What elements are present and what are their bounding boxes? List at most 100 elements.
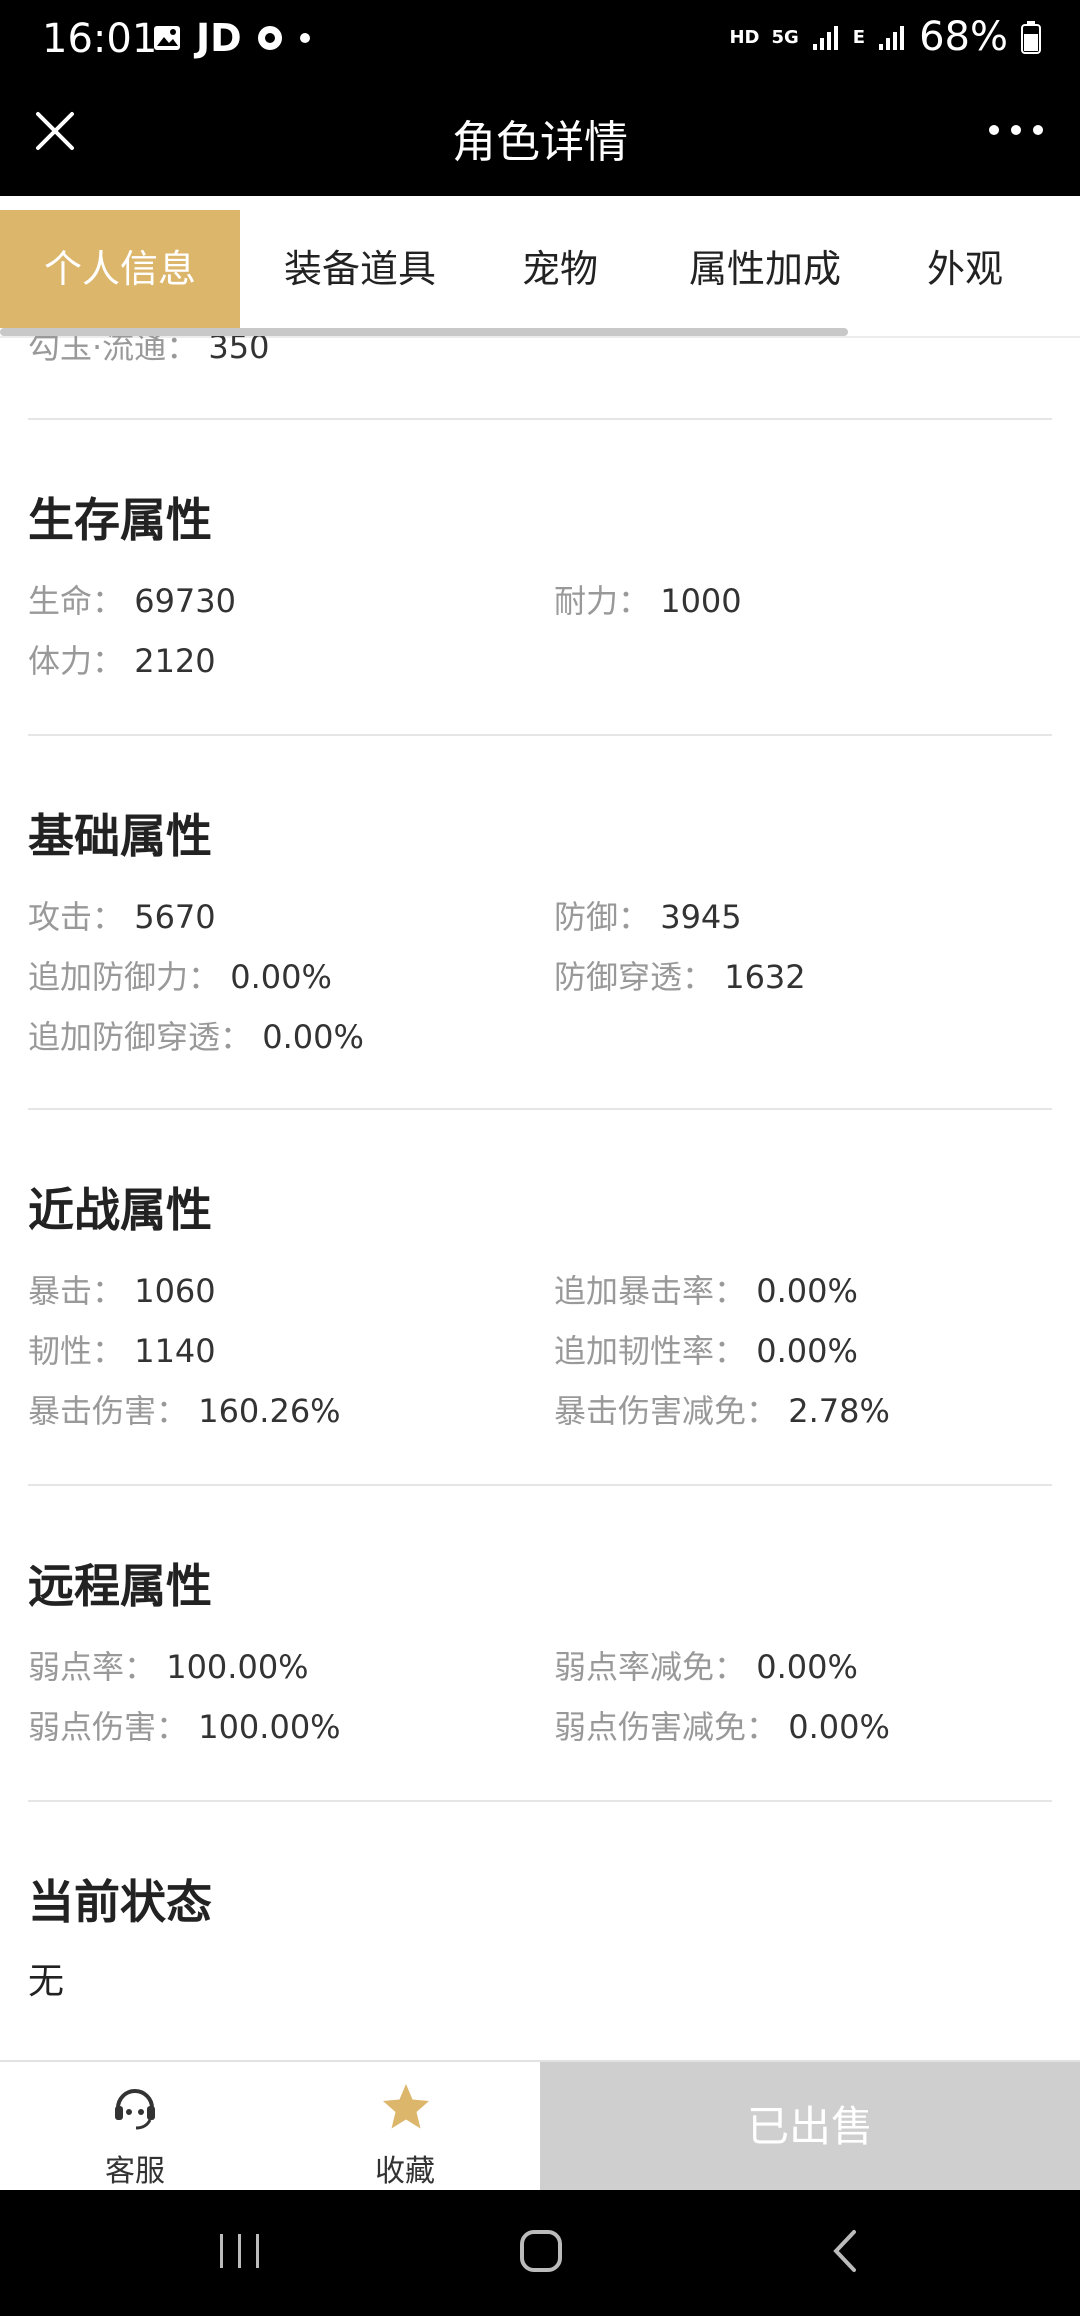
attr-value: 1000 bbox=[660, 582, 742, 620]
gallery-icon bbox=[154, 26, 180, 50]
attr-value: 350 bbox=[208, 336, 270, 366]
attr-label: 弱点伤害 bbox=[28, 1708, 157, 1746]
dot-icon bbox=[299, 33, 310, 43]
section-title-state: 当前状态 bbox=[28, 1875, 212, 1929]
attr-weak-point-damage: 弱点伤害： 100.00% bbox=[28, 1702, 341, 1748]
section-title-melee: 近战属性 bbox=[28, 1183, 212, 1237]
tab-appearance[interactable]: 外观 bbox=[890, 210, 1040, 328]
battery-percent: 68% bbox=[919, 14, 1008, 60]
attr-toughness: 韧性： 1140 bbox=[28, 1326, 216, 1372]
attr-label: 弱点率减免 bbox=[554, 1648, 715, 1686]
recent-apps-icon[interactable] bbox=[216, 2226, 264, 2276]
attr-value: 3945 bbox=[660, 898, 742, 936]
attr-value: 2.78% bbox=[788, 1392, 890, 1430]
attr-sep: ： bbox=[92, 898, 125, 936]
tab-attribute-bonus[interactable]: 属性加成 bbox=[640, 210, 890, 328]
attr-sep: ： bbox=[92, 642, 125, 680]
attr-sep: ： bbox=[714, 1648, 747, 1686]
tab-scroll-indicator bbox=[0, 328, 848, 336]
title-bar: 角色详情 bbox=[0, 80, 1080, 196]
attr-extra-toughness-rate: 追加韧性率： 0.00% bbox=[554, 1326, 858, 1372]
attr-endurance: 耐力： 1000 bbox=[554, 576, 742, 622]
attr-defense-penetration: 防御穿透： 1632 bbox=[554, 952, 806, 998]
attr-label: 攻击 bbox=[28, 898, 93, 936]
status-bar: 16:01 JD HD 5G E 68% bbox=[0, 0, 1080, 80]
sold-button[interactable]: 已出售 bbox=[540, 2062, 1080, 2192]
attr-extra-defense: 追加防御力： 0.00% bbox=[28, 952, 332, 998]
attr-sep: ： bbox=[618, 582, 651, 620]
state-value: 无 bbox=[28, 1961, 65, 2002]
attr-value: 0.00% bbox=[756, 1332, 858, 1370]
attr-sep: ： bbox=[124, 1648, 157, 1686]
attr-sep: ： bbox=[714, 1332, 747, 1370]
attr-label: 体力 bbox=[28, 642, 93, 680]
attr-value: 2120 bbox=[134, 642, 216, 680]
status-right-icons: HD 5G E 68% bbox=[729, 14, 1042, 60]
attr-sep: ： bbox=[166, 336, 199, 366]
tab-pets[interactable]: 宠物 bbox=[480, 210, 640, 328]
attr-label: 追加防御穿透 bbox=[28, 1018, 221, 1056]
attr-value: 5670 bbox=[134, 898, 216, 936]
attr-weak-point-damage-reduction: 弱点伤害减免： 0.00% bbox=[554, 1702, 890, 1748]
attr-sep: ： bbox=[156, 1392, 189, 1430]
status-left-icons: JD bbox=[152, 16, 312, 60]
attr-label: 暴击 bbox=[28, 1272, 93, 1310]
attr-extra-crit-rate: 追加暴击率： 0.00% bbox=[554, 1266, 858, 1312]
e-label: E bbox=[852, 26, 866, 48]
attr-value: 0.00% bbox=[756, 1648, 858, 1686]
system-nav-bar bbox=[0, 2190, 1080, 2316]
attr-label: 追加防御力 bbox=[28, 958, 189, 996]
attr-sep: ： bbox=[92, 1332, 125, 1370]
attr-attack: 攻击： 5670 bbox=[28, 892, 216, 938]
attr-weak-point-rate-reduction: 弱点率减免： 0.00% bbox=[554, 1642, 858, 1688]
customer-service-button[interactable]: 客服 bbox=[45, 2062, 225, 2192]
carrier-label: JD bbox=[196, 16, 242, 60]
attr-label: 弱点率 bbox=[28, 1648, 125, 1686]
attr-sep: ： bbox=[188, 958, 221, 996]
attr-value: 100.00% bbox=[198, 1708, 341, 1746]
attr-value: 1060 bbox=[134, 1272, 216, 1310]
app-notification-icon bbox=[257, 26, 282, 50]
attr-value: 100.00% bbox=[166, 1648, 309, 1686]
attr-life: 生命： 69730 bbox=[28, 576, 236, 622]
attr-sep: ： bbox=[220, 1018, 253, 1056]
attr-value: 0.00% bbox=[788, 1708, 890, 1746]
section-title-survival: 生存属性 bbox=[28, 493, 212, 547]
tab-equipment[interactable]: 装备道具 bbox=[240, 210, 480, 328]
attr-label: 追加韧性率 bbox=[554, 1332, 715, 1370]
back-icon[interactable] bbox=[826, 2226, 866, 2276]
attr-sep: ： bbox=[714, 1272, 747, 1310]
bottom-action-bar: 客服 收藏 已出售 bbox=[0, 2060, 1080, 2192]
attr-defense: 防御： 3945 bbox=[554, 892, 742, 938]
attr-label: 弱点伤害减免 bbox=[554, 1708, 747, 1746]
attr-value: 1140 bbox=[134, 1332, 216, 1370]
battery-icon bbox=[1021, 21, 1041, 54]
attr-crit: 暴击： 1060 bbox=[28, 1266, 216, 1312]
attr-value: 0.00% bbox=[230, 958, 332, 996]
attr-label: 追加暴击率 bbox=[554, 1272, 715, 1310]
attr-label: 暴击伤害 bbox=[28, 1392, 157, 1430]
attr-extra-defense-penetration: 追加防御穿透： 0.00% bbox=[28, 1012, 364, 1058]
attr-crit-damage-reduction: 暴击伤害减免： 2.78% bbox=[554, 1386, 890, 1432]
page-title: 角色详情 bbox=[452, 117, 628, 168]
attr-value: 0.00% bbox=[262, 1018, 364, 1056]
attr-value: 69730 bbox=[134, 582, 236, 620]
attr-sep: ： bbox=[746, 1708, 779, 1746]
favorite-button[interactable]: 收藏 bbox=[315, 2062, 495, 2192]
status-time: 16:01 bbox=[42, 16, 158, 62]
attributes-content[interactable]: 勾玉·流通： 350 生存属性 生命： 69730 耐力： 1000 体力： 2… bbox=[0, 336, 1080, 2060]
attr-crit-damage: 暴击伤害： 160.26% bbox=[28, 1386, 341, 1432]
home-icon[interactable] bbox=[516, 2226, 566, 2276]
tab-personal-info[interactable]: 个人信息 bbox=[0, 210, 240, 328]
divider bbox=[28, 1108, 1052, 1110]
hd-label: HD bbox=[729, 26, 760, 48]
attr-sep: ： bbox=[92, 1272, 125, 1310]
star-icon bbox=[383, 2084, 429, 2129]
customer-service-icon bbox=[115, 2089, 155, 2130]
signal-icon bbox=[812, 26, 838, 50]
attr-label: 耐力 bbox=[554, 582, 619, 620]
more-horizontal-icon[interactable] bbox=[986, 110, 1046, 150]
attr-sep: ： bbox=[618, 898, 651, 936]
divider bbox=[28, 734, 1052, 736]
tab-bar: 个人信息 装备道具 宠物 属性加成 外观 bbox=[0, 210, 1080, 338]
